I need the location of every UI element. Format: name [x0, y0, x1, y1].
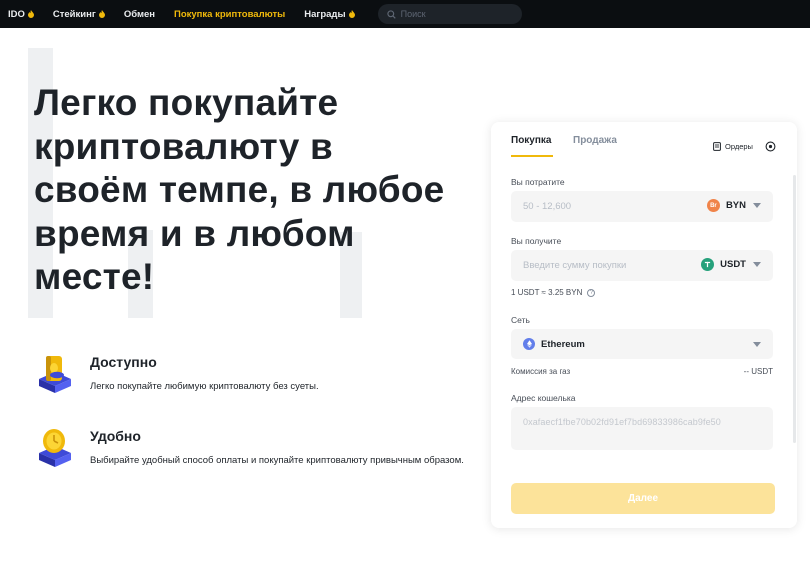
wallet-address-field[interactable]: 0xafaecf1fbe70b02fd91ef7bd69833986cab9fe… [511, 407, 773, 450]
byn-coin-icon: Br [706, 199, 720, 212]
nav-item-ido[interactable]: IDO [8, 9, 34, 20]
card-scrollbar[interactable] [793, 175, 796, 443]
wallet-label: Адрес кошелька [511, 393, 576, 403]
document-icon [713, 142, 721, 151]
hero-title: Легко покупайте криптовалюту в своём тем… [34, 81, 484, 299]
help-icon[interactable]: ? [587, 288, 596, 297]
fire-icon [98, 10, 105, 18]
exchange-rate-text: 1 USDT ≈ 3.25 BYN [511, 288, 583, 297]
next-button[interactable]: Далее [511, 483, 775, 514]
orders-link[interactable]: Ордеры [713, 142, 753, 151]
ethereum-icon [523, 338, 535, 350]
hero-title-line: месте! [34, 256, 155, 297]
chevron-down-icon [753, 203, 761, 208]
feature-text: Легко покупайте любимую криптовалюту без… [90, 381, 319, 392]
top-navigation: IDO Стейкинг Обмен Покупка криптовалюты … [0, 0, 810, 28]
nav-item-label: IDO [8, 8, 25, 20]
gas-fee-row: Комиссия за газ -- USDT [511, 367, 773, 376]
hero-title-line: время и в любом [34, 212, 355, 254]
nav-item-label: Обмен [123, 8, 156, 20]
chevron-down-icon [753, 342, 761, 347]
fire-icon [348, 10, 355, 18]
nav-item-buy-crypto[interactable]: Покупка криптовалюты [174, 9, 285, 20]
clock-coin-icon [39, 429, 71, 467]
active-tab-indicator [511, 155, 553, 157]
tab-sell[interactable]: Продажа [573, 135, 617, 146]
feature-convenient: Удобно Выбирайте удобный способ оплаты и… [36, 426, 476, 488]
receive-placeholder: Введите сумму покупки [523, 260, 627, 271]
nav-item-staking[interactable]: Стейкинг [53, 9, 105, 20]
usdt-coin-icon [701, 258, 715, 271]
receive-currency-select[interactable]: USDT [701, 258, 761, 271]
nav-item-rewards[interactable]: Награды [304, 8, 355, 20]
search-icon [386, 9, 396, 19]
nav-item-label: Награды [304, 8, 346, 20]
gas-fee-value: -- USDT [743, 367, 773, 376]
spend-label: Вы потратите [511, 177, 565, 187]
feature-text: Выбирайте удобный способ оплаты и покупа… [90, 455, 464, 466]
feature-title: Удобно [90, 428, 141, 444]
network-value: Ethereum [541, 338, 585, 350]
wallet-address: 0xafaecf1fbe70b02fd91ef7bd69833986cab9fe… [523, 417, 721, 427]
buy-crypto-card: Покупка Продажа Ордеры Вы потратите 50 -… [491, 122, 797, 528]
hero-title-line: своём темпе, в любое [34, 169, 445, 210]
receive-currency: USDT [720, 259, 746, 270]
feature-title: Доступно [90, 354, 157, 370]
coin-stack-icon [39, 356, 71, 393]
tab-buy[interactable]: Покупка [511, 135, 551, 146]
search-input[interactable]: Поиск [377, 4, 522, 24]
hero-title-line: Легко покупайте [34, 82, 339, 123]
exchange-rate: 1 USDT ≈ 3.25 BYN ? [511, 288, 596, 297]
spend-currency-select[interactable]: Br BYN [706, 199, 761, 212]
gas-fee-label: Комиссия за газ [511, 367, 571, 376]
network-select[interactable]: Ethereum [511, 329, 773, 359]
receive-label: Вы получите [511, 236, 562, 246]
chevron-down-icon [753, 262, 761, 267]
settings-icon[interactable] [765, 141, 776, 152]
spend-input[interactable]: 50 - 12,600 Br BYN [511, 191, 773, 222]
fire-icon [27, 10, 34, 18]
spend-placeholder: 50 - 12,600 [523, 201, 572, 212]
orders-label: Ордеры [725, 142, 753, 151]
nav-item-exchange[interactable]: Обмен [124, 9, 155, 20]
search-placeholder: Поиск [400, 9, 426, 19]
nav-item-label: Покупка криптовалюты [174, 8, 286, 20]
hero-title-line: криптовалюту в [34, 125, 333, 167]
receive-input[interactable]: Введите сумму покупки USDT [511, 250, 773, 281]
nav-item-label: Стейкинг [52, 8, 96, 20]
spend-currency: BYN [725, 200, 746, 211]
network-label: Сеть [511, 315, 530, 325]
feature-accessible: Доступно Легко покупайте любимую криптов… [36, 352, 476, 402]
